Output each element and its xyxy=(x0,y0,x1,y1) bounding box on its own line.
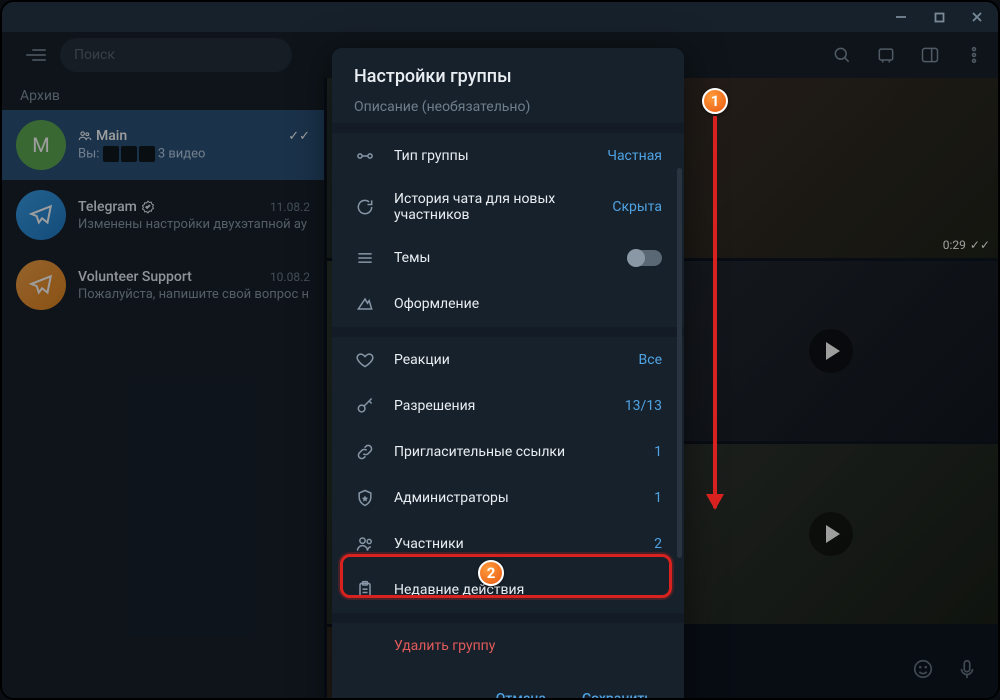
design-icon xyxy=(354,293,376,315)
row-recent-actions[interactable]: Недавние действия xyxy=(332,567,684,613)
link-icon xyxy=(354,441,376,463)
row-design[interactable]: Оформление xyxy=(332,281,684,327)
clipboard-icon xyxy=(354,579,376,601)
row-group-type[interactable]: Тип группы Частная xyxy=(332,133,684,179)
heart-icon xyxy=(354,349,376,371)
row-delete-group[interactable]: Удалить группу xyxy=(332,623,684,669)
group-settings-modal: Настройки группы Описание (необязательно… xyxy=(332,48,684,700)
row-chat-history[interactable]: История чата для новых участников Скрыта xyxy=(332,179,684,235)
annotation-arrow xyxy=(713,116,717,508)
row-themes[interactable]: Темы xyxy=(332,235,684,281)
key-icon xyxy=(354,395,376,417)
group-type-icon xyxy=(354,145,376,167)
row-invite-links[interactable]: Пригласительные ссылки 1 xyxy=(332,429,684,475)
modal-scrollbar[interactable] xyxy=(677,168,682,558)
window-maximize-button[interactable] xyxy=(932,10,946,24)
row-permissions[interactable]: Разрешения 13/13 xyxy=(332,383,684,429)
window-titlebar xyxy=(2,2,998,32)
annotation-step-2: 2 xyxy=(478,560,504,586)
annotation-step-1: 1 xyxy=(702,88,728,114)
row-members[interactable]: Участники 2 xyxy=(332,521,684,567)
themes-toggle[interactable] xyxy=(628,250,662,266)
shield-icon xyxy=(354,487,376,509)
row-admins[interactable]: Администраторы 1 xyxy=(332,475,684,521)
cancel-button[interactable]: Отмена xyxy=(482,683,560,700)
window-close-button[interactable] xyxy=(970,10,984,24)
members-icon xyxy=(354,533,376,555)
chat-history-icon xyxy=(354,196,376,218)
modal-description-input[interactable]: Описание (необязательно) xyxy=(354,99,662,115)
row-reactions[interactable]: Реакции Все xyxy=(332,337,684,383)
save-button[interactable]: Сохранить xyxy=(568,683,666,700)
window-minimize-button[interactable] xyxy=(894,10,908,24)
modal-title: Настройки группы xyxy=(354,66,662,87)
themes-icon xyxy=(354,247,376,269)
